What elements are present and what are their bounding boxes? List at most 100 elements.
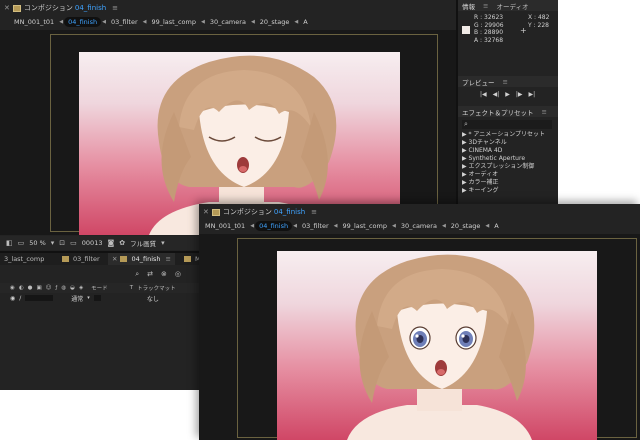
info-b: B : 28890 <box>474 29 504 36</box>
zoom-select[interactable]: 50 % <box>29 239 46 247</box>
first-frame-icon[interactable]: |◀ <box>480 91 487 98</box>
comp-viewer[interactable] <box>199 234 640 440</box>
info-x: X : 482 <box>528 14 550 21</box>
comp-mini-flowchart-icon[interactable]: ⇄ <box>147 270 153 278</box>
next-frame-icon[interactable]: |▶ <box>516 91 523 98</box>
comp-panel-comp-name[interactable]: 04_finish <box>274 208 305 216</box>
comp-breadcrumb: MN_001_t01 ◀ 04_finish ◀ 03_filter ◀ 99_… <box>10 16 312 28</box>
panel-menu-icon[interactable]: ≡ <box>542 108 547 116</box>
label-chip-icon <box>211 208 220 216</box>
panel-menu-icon[interactable]: ≡ <box>483 2 488 10</box>
comp-panel-header: ✕ コンポジション 04_finish ≡ <box>4 2 118 14</box>
solo-icon[interactable]: ● <box>28 285 33 291</box>
always-preview-icon[interactable]: ◧ <box>6 239 13 247</box>
comp-panel-header: ✕ コンポジション 04_finish ≡ <box>203 206 317 218</box>
grid-icon[interactable]: ⊡ <box>59 239 65 247</box>
tab-label: 3_last_comp <box>4 255 45 263</box>
3d-icon[interactable]: ◈ <box>79 285 83 291</box>
timeline-tab-last-comp[interactable]: 3_last_comp <box>0 253 48 265</box>
motion-blur-icon[interactable]: ◍ <box>61 285 66 291</box>
crumb-20-stage[interactable]: 20_stage <box>447 221 485 231</box>
crumb-99-last-comp[interactable]: 99_last_comp <box>338 221 391 231</box>
crumb-a[interactable]: A <box>299 17 311 27</box>
search-icon[interactable]: ⌕ <box>135 270 139 279</box>
adjustment-icon[interactable]: ◒ <box>70 285 75 291</box>
panel-menu-icon[interactable]: ≡ <box>112 4 118 12</box>
preview-controls: |◀ ◀| ▶ |▶ ▶| <box>480 91 535 98</box>
chevron-left-icon: ◀ <box>441 223 446 229</box>
list-item[interactable]: ▶ * アニメーションプリセット <box>462 131 545 139</box>
chevron-left-icon: ◀ <box>392 223 396 229</box>
motion-blur-icon[interactable]: ◎ <box>175 270 181 278</box>
comp-frame-image <box>277 251 597 440</box>
prev-frame-icon[interactable]: ◀| <box>493 91 500 98</box>
crumb-mn-001[interactable]: MN_001_t01 <box>201 221 249 231</box>
chevron-down-icon[interactable]: ▾ <box>161 239 165 247</box>
timeline-column-header: ◉ ◐ ● ▣ ☺ ƒ ◍ ◒ ◈ モード T トラックマット <box>0 283 199 293</box>
pick-whip-icon[interactable]: ∕ <box>19 295 21 302</box>
close-icon[interactable]: ✕ <box>4 4 10 12</box>
label-chip-icon <box>120 256 128 262</box>
crumb-03-filter[interactable]: 03_filter <box>298 221 333 231</box>
crumb-30-camera[interactable]: 30_camera <box>206 17 250 27</box>
tab-info[interactable]: 情報 <box>462 1 475 11</box>
effects-presets-panel: エフェクト＆プリセット ≡ ⌕ ▶ * アニメーションプリセット ▶ 3Dチャン… <box>458 106 558 206</box>
close-icon[interactable]: ✕ <box>203 208 209 216</box>
list-item[interactable]: ▶ 3Dチャンネル <box>462 139 545 147</box>
lock-icon[interactable]: ▣ <box>36 285 41 291</box>
camera-icon[interactable]: ◙ <box>107 239 114 247</box>
resolution-select[interactable]: フル画質 <box>130 238 156 248</box>
chevron-down-icon[interactable]: ▾ <box>87 295 90 301</box>
list-item[interactable]: ▶ エクスプレッション制御 <box>462 163 545 171</box>
layer-parent-select[interactable]: なし <box>147 294 159 303</box>
crumb-20-stage[interactable]: 20_stage <box>256 17 294 27</box>
crumb-a[interactable]: A <box>490 221 502 231</box>
viewer-toolbar: ◧ ▭ 50 % ▾ ⊡ ▭ 00013 ◙ ✿ フル画質 ▾ <box>0 236 200 250</box>
timeline-layer-area[interactable] <box>0 303 199 390</box>
list-item[interactable]: ▶ カラー補正 <box>462 179 545 187</box>
effects-panel-header: エフェクト＆プリセット ≡ <box>458 106 558 117</box>
list-item[interactable]: ▶ Synthetic Aperture <box>462 155 545 163</box>
timeline-tab-03-filter[interactable]: 03_filter <box>58 253 104 265</box>
last-frame-icon[interactable]: ▶| <box>529 91 536 98</box>
anime-girl-eyes-open-illustration <box>347 254 535 440</box>
list-item[interactable]: ▶ オーディオ <box>462 171 545 179</box>
panel-menu-icon[interactable]: ≡ <box>166 255 171 263</box>
close-icon[interactable]: ✕ <box>112 255 117 263</box>
layer-mode-select[interactable]: 通常 <box>71 294 83 303</box>
chevron-down-icon[interactable]: ▾ <box>51 239 55 247</box>
crumb-30-camera[interactable]: 30_camera <box>397 221 441 231</box>
info-panel: 情報 ≡ オーディオ R : 32623 G : 29906 B : 28890… <box>458 0 558 74</box>
visibility-toggle[interactable]: ◉ <box>10 295 15 302</box>
color-icon[interactable]: ✿ <box>119 239 125 247</box>
timeline-toolbar: ⌕ ⇄ ⊗ ◎ <box>0 265 199 283</box>
draft-3d-icon[interactable]: ⊗ <box>161 270 167 278</box>
crumb-04-finish[interactable]: 04_finish <box>255 221 293 231</box>
fx-icon[interactable]: ƒ <box>55 285 57 291</box>
timeline-tab-04-finish[interactable]: ✕ 04_finish ≡ <box>108 253 175 265</box>
crumb-04-finish[interactable]: 04_finish <box>64 17 102 27</box>
crumb-mn-001[interactable]: MN_001_t01 <box>10 17 58 27</box>
layer-row[interactable]: ◉ ∕ 通常 ▾ なし <box>0 293 199 303</box>
layer-switches[interactable] <box>25 295 54 301</box>
list-item[interactable]: ▶ キーイング <box>462 187 545 195</box>
play-icon[interactable]: ▶ <box>505 91 510 98</box>
monitor-icon[interactable]: ▭ <box>18 239 25 247</box>
list-item[interactable]: ▶ CINEMA 4D <box>462 147 545 155</box>
panel-menu-icon[interactable]: ≡ <box>311 208 317 216</box>
trackmatte-toggle[interactable] <box>93 295 101 301</box>
comp-panel-comp-name[interactable]: 04_finish <box>75 4 106 12</box>
panel-menu-icon[interactable]: ≡ <box>503 78 508 86</box>
audio-icon[interactable]: ◐ <box>19 285 24 291</box>
crumb-99-last-comp[interactable]: 99_last_comp <box>147 17 200 27</box>
tab-audio[interactable]: オーディオ <box>496 1 528 11</box>
info-a: A : 32768 <box>474 36 504 44</box>
label-chip-icon <box>184 256 191 262</box>
timecode[interactable]: 00013 <box>82 239 103 247</box>
eye-icon[interactable]: ◉ <box>10 285 15 291</box>
mask-icon[interactable]: ▭ <box>70 239 77 247</box>
crumb-03-filter[interactable]: 03_filter <box>107 17 142 27</box>
shy-icon[interactable]: ☺ <box>46 285 52 291</box>
comp-panel-title: コンポジション <box>222 208 272 216</box>
search-input[interactable]: ⌕ <box>462 120 552 129</box>
